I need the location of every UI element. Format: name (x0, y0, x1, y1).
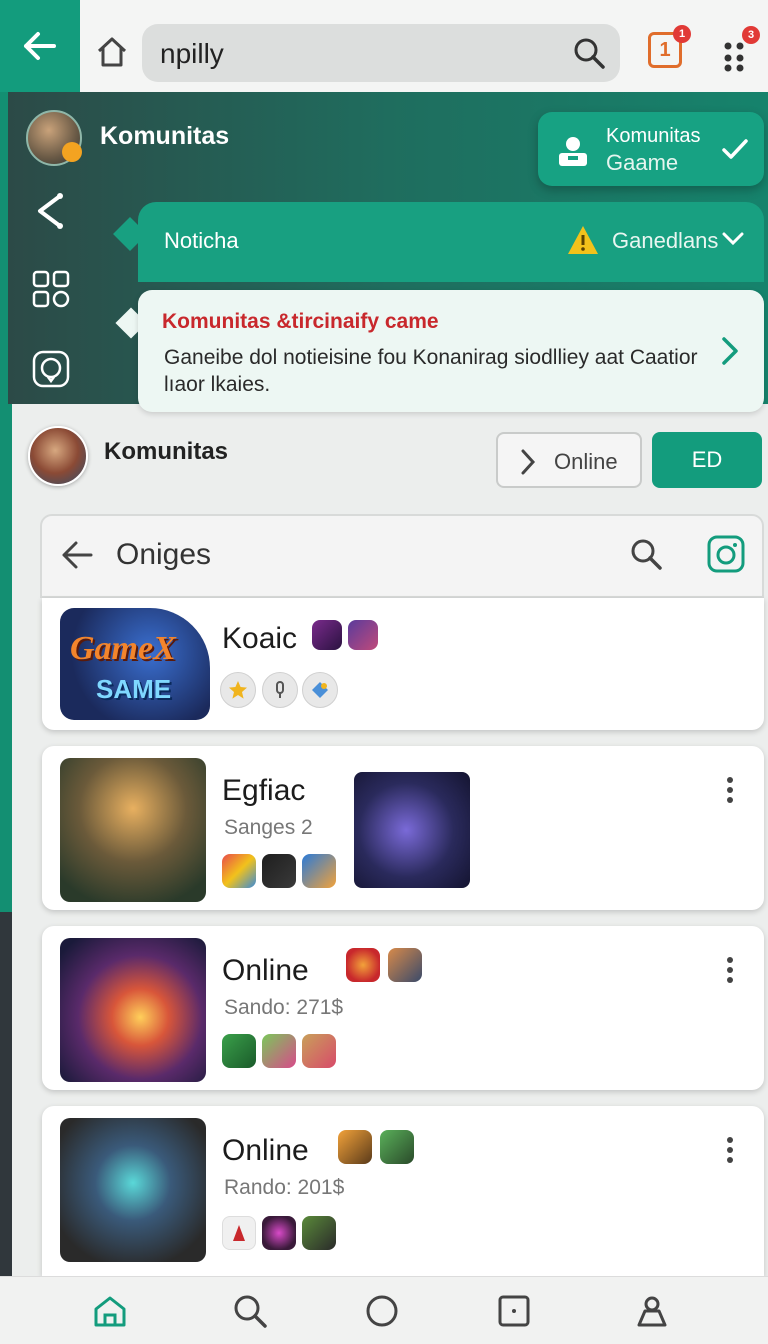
game-mini-icon (302, 1216, 336, 1250)
game-mini-icon (302, 1034, 336, 1068)
game-mini-icon (262, 1034, 296, 1068)
bottom-navigation (0, 1276, 768, 1344)
chat-icon[interactable] (30, 348, 72, 390)
check-icon (722, 232, 744, 246)
online-button-label: Online (554, 449, 618, 474)
notification-right-label: Ganedlans (612, 228, 719, 253)
game-name: Online (222, 1134, 309, 1167)
gem-badge-icon (302, 672, 338, 708)
chevron-right-icon[interactable] (720, 336, 740, 366)
game-mini-icon (346, 948, 380, 982)
game-card[interactable]: Egfiac Sanges 2 (42, 746, 764, 910)
games-panel-header: Oniges (40, 514, 764, 598)
kebab-icon[interactable] (726, 776, 734, 804)
game-card[interactable]: Online Rando: 201$ (42, 1106, 764, 1276)
game-mini-icon (262, 854, 296, 888)
warning-icon (568, 226, 598, 254)
message-body: Ganeibe dol notieisine fou Konanirag sio… (164, 346, 698, 396)
mic-badge-icon (262, 672, 298, 708)
star-badge-icon (220, 672, 256, 708)
kebab-icon[interactable] (726, 1136, 734, 1164)
home-icon[interactable] (94, 34, 130, 70)
game-mini-icon (312, 620, 342, 650)
address-bar[interactable]: npilly (142, 24, 620, 82)
game-mini-icon (338, 1130, 372, 1164)
nav-square-icon[interactable] (496, 1293, 532, 1329)
game-mini-icon (388, 948, 422, 982)
check-icon (722, 139, 748, 159)
avatar-badge (62, 142, 82, 162)
game-thumbnail (60, 758, 206, 902)
game-mini-icon (348, 620, 378, 650)
game-mini-icon (222, 1034, 256, 1068)
game-subtitle: Rando: 201$ (224, 1176, 345, 1199)
game-card[interactable]: Online Sando: 271$ (42, 926, 764, 1090)
community-member-name: Komunitas (104, 438, 229, 465)
game-mini-icon (380, 1130, 414, 1164)
panel-title: Oniges (116, 538, 212, 571)
game-logo: GameX SAME (60, 608, 210, 720)
game-subtitle: Sanges 2 (224, 816, 313, 839)
search-icon[interactable] (572, 36, 606, 70)
game-preview-image (354, 772, 470, 888)
community-game-card[interactable]: Komunitas Gaame (538, 112, 764, 186)
game-name: Egfiac (222, 774, 306, 807)
nav-search-icon[interactable] (232, 1293, 268, 1329)
back-arrow-icon[interactable] (60, 538, 94, 572)
online-button[interactable]: Online (496, 432, 642, 488)
left-dark-stripe (0, 912, 12, 1276)
game-name: Online (222, 954, 309, 987)
game-card[interactable]: GameX SAME Koaic (42, 598, 764, 730)
card-line2: Gaame (606, 150, 679, 175)
game-mini-icon (222, 1216, 256, 1250)
game-mini-icon (222, 854, 256, 888)
nav-home-icon[interactable] (92, 1293, 128, 1329)
game-mini-icon (262, 1216, 296, 1250)
nav-profile-icon[interactable] (634, 1293, 670, 1329)
notification-title: Noticha (164, 228, 239, 253)
card-line1: Komunitas (606, 125, 701, 147)
logo-text-top: GameX (70, 630, 176, 667)
grid-icon[interactable] (30, 268, 72, 310)
back-button[interactable] (0, 0, 80, 92)
game-thumbnail (60, 938, 206, 1082)
url-text: npilly (160, 38, 224, 69)
ed-button[interactable]: ED (652, 432, 762, 488)
community-member-avatar[interactable] (28, 426, 88, 486)
community-avatar[interactable] (26, 110, 82, 166)
message-title: Komunitas &tircinaify came (162, 310, 439, 333)
browser-toolbar: npilly 1 1 3 (0, 0, 768, 92)
menu-badge: 3 (742, 26, 760, 44)
community-title: Komunitas (100, 122, 230, 150)
kebab-icon[interactable] (726, 956, 734, 984)
tabs-button[interactable]: 1 1 (648, 25, 691, 68)
tabs-count: 1 (659, 38, 671, 61)
message-card[interactable]: Komunitas &tircinaify came Ganeibe dol n… (138, 290, 764, 412)
game-mini-icon (302, 854, 336, 888)
notification-bar[interactable]: Noticha Ganedlans (138, 202, 764, 282)
search-icon[interactable] (628, 536, 664, 572)
share-icon[interactable] (30, 190, 72, 232)
game-thumbnail (60, 1118, 206, 1262)
nav-circle-icon[interactable] (364, 1293, 400, 1329)
person-icon (559, 137, 587, 166)
camera-icon[interactable] (706, 534, 746, 574)
logo-text-bottom: SAME (96, 674, 172, 704)
menu-button[interactable]: 3 (718, 26, 760, 72)
game-name: Koaic (222, 622, 298, 655)
chevron-right-icon (521, 449, 536, 475)
back-arrow-icon (24, 32, 56, 60)
game-subtitle: Sando: 271$ (224, 996, 344, 1019)
tabs-badge: 1 (673, 25, 691, 43)
